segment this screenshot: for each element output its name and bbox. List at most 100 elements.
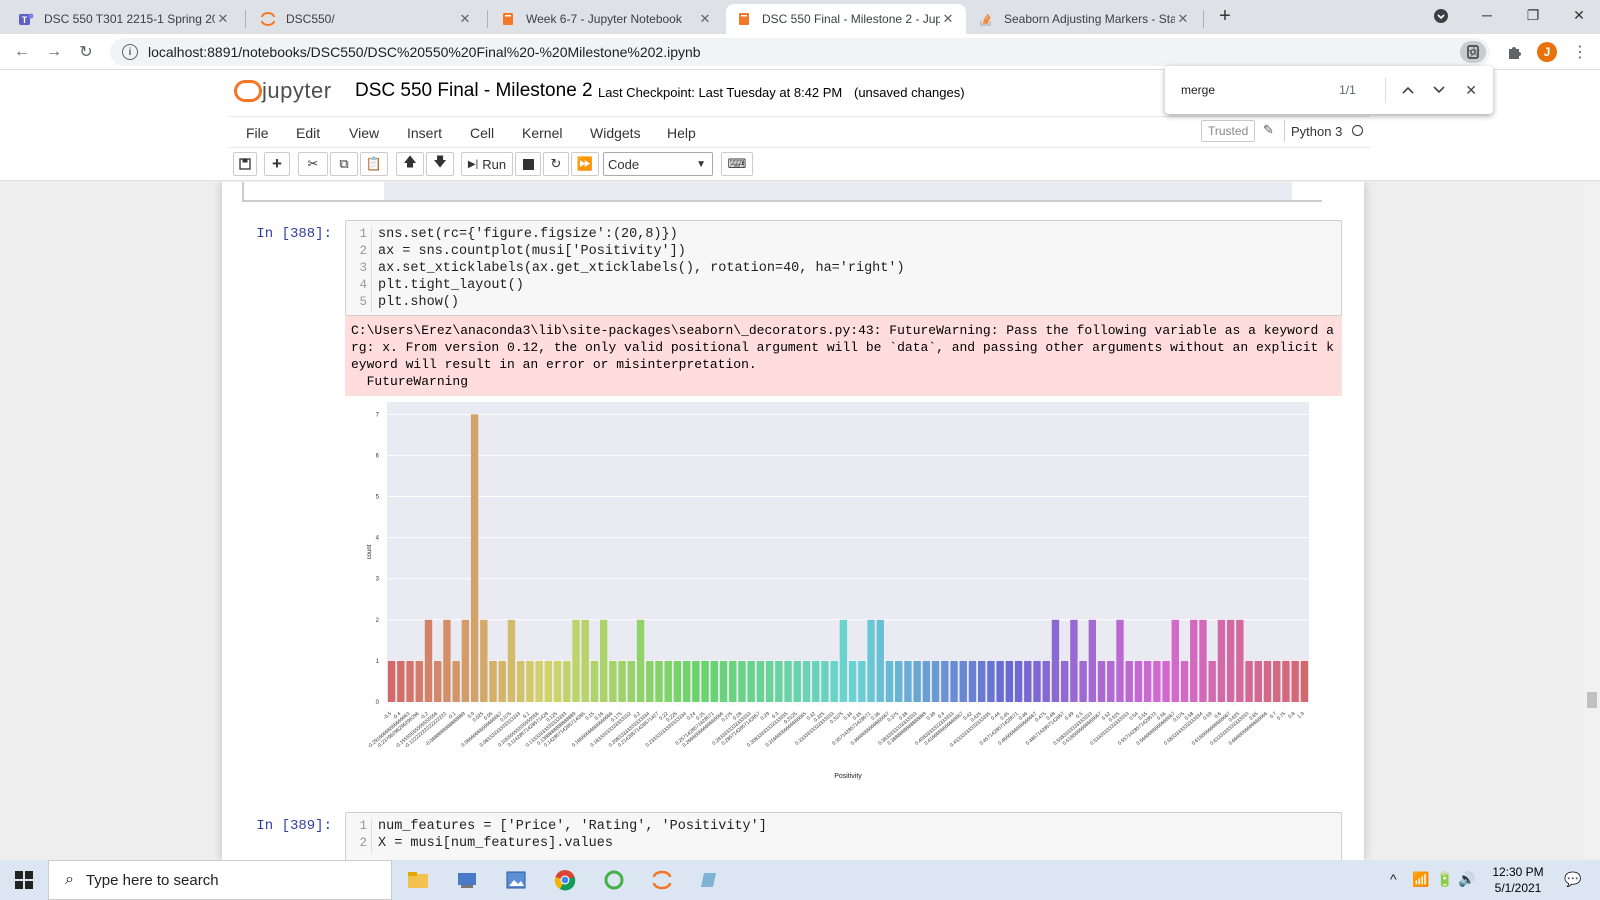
back-icon[interactable]: ← <box>10 40 34 64</box>
wifi-icon[interactable]: 📶 <box>1412 871 1429 888</box>
bar <box>553 660 562 702</box>
move-up-button[interactable]: 🡅 <box>396 152 424 176</box>
bar <box>765 660 774 702</box>
photos-app-icon[interactable] <box>504 868 528 892</box>
find-input[interactable]: merge <box>1181 83 1339 97</box>
code-line: 1 num_features = ['Price', 'Rating', 'Pos… <box>346 819 1341 836</box>
jupyter-logo[interactable]: jupyter <box>234 78 332 104</box>
browser-menu-icon[interactable]: ⋮ <box>1568 40 1592 64</box>
battery-icon[interactable]: 🔋 <box>1436 871 1453 888</box>
chrome-icon[interactable] <box>553 868 577 892</box>
cell-prompt: In [388]: <box>256 226 332 242</box>
y-tick-label: 1 <box>376 659 380 665</box>
jupyter-taskbar-icon[interactable] <box>650 868 674 892</box>
bar <box>1217 619 1226 702</box>
copy-button[interactable]: ⧉ <box>330 152 358 176</box>
bar <box>1291 660 1299 702</box>
browser-tab-teams[interactable]: T DSC 550 T301 2215-1 Spring 202 ✕ <box>8 4 241 34</box>
close-tab-icon[interactable]: ✕ <box>1175 11 1191 27</box>
bar <box>821 660 829 702</box>
bar <box>968 660 977 702</box>
cut-button[interactable]: ✂ <box>298 152 328 176</box>
network-app-icon[interactable] <box>455 868 479 892</box>
close-tab-icon[interactable]: ✕ <box>215 11 231 27</box>
minimize-icon[interactable]: ─ <box>1464 0 1510 30</box>
run-button[interactable]: ▶| Run <box>461 152 513 176</box>
menu-edit[interactable]: Edit <box>296 125 320 141</box>
reload-icon[interactable]: ↻ <box>74 40 98 64</box>
close-tab-icon[interactable]: ✕ <box>457 11 473 27</box>
bar <box>590 660 599 702</box>
svg-text:T: T <box>22 15 28 25</box>
browser-tab-milestone2[interactable]: DSC 550 Final - Milestone 2 - Jup ✕ <box>726 4 966 34</box>
cell-prompt: In [389]: <box>256 818 332 834</box>
code-cell-input[interactable]: 1 sns.set(rc={'figure.figsize':(20,8)}) 2… <box>345 220 1342 316</box>
trusted-badge[interactable]: Trusted <box>1201 120 1256 142</box>
menu-cell[interactable]: Cell <box>470 125 494 141</box>
find-next-icon[interactable] <box>1429 80 1449 100</box>
restore-icon[interactable]: ❐ <box>1510 0 1556 30</box>
browser-tab-week67[interactable]: Week 6-7 - Jupyter Notebook ✕ <box>490 4 723 34</box>
menu-help[interactable]: Help <box>667 125 696 141</box>
menu-insert[interactable]: Insert <box>407 125 442 141</box>
restart-button[interactable]: ↻ <box>543 152 569 176</box>
volume-icon[interactable]: 🔊 <box>1458 871 1475 888</box>
menu-widgets[interactable]: Widgets <box>590 125 641 141</box>
bar <box>784 660 792 702</box>
notepad-icon[interactable] <box>698 868 722 892</box>
insert-cell-button[interactable]: + <box>264 152 290 176</box>
kernel-name[interactable]: Python 3 <box>1284 120 1342 142</box>
forward-icon[interactable]: → <box>42 40 66 64</box>
site-info-icon[interactable]: i <box>122 44 138 60</box>
notifications-icon[interactable]: 💬 <box>1564 871 1581 888</box>
bar <box>1199 619 1207 702</box>
windows-taskbar: ⌕ Type here to search ^ 📶 🔋 🔊 12:30 PM 5… <box>0 860 1600 900</box>
close-tab-icon[interactable]: ✕ <box>697 11 713 27</box>
anaconda-icon[interactable] <box>602 868 626 892</box>
close-tab-icon[interactable]: ✕ <box>940 11 956 27</box>
move-down-button[interactable]: 🡇 <box>426 152 454 176</box>
interrupt-button[interactable] <box>515 152 541 176</box>
profile-avatar[interactable]: J <box>1537 42 1557 62</box>
cell-type-select[interactable]: Code ▼ <box>603 152 713 176</box>
bar <box>1263 660 1272 702</box>
notebook-icon <box>736 11 752 27</box>
menu-view[interactable]: View <box>349 125 379 141</box>
browser-tab-seaborn[interactable]: Seaborn Adjusting Markers - Sta ✕ <box>968 4 1201 34</box>
code-cell-input[interactable]: 1 num_features = ['Price', 'Rating', 'Pos… <box>345 812 1342 860</box>
new-tab-icon[interactable]: + <box>1213 4 1237 28</box>
command-palette-button[interactable]: ⌨ <box>721 152 753 176</box>
tab-search-icon[interactable] <box>1429 4 1453 28</box>
browser-tab-dsc550[interactable]: DSC550/ ✕ <box>250 4 483 34</box>
scrollbar-thumb[interactable] <box>1587 692 1597 708</box>
page-scrollbar[interactable] <box>1584 182 1600 860</box>
show-hidden-icons-icon[interactable]: ^ <box>1390 871 1397 887</box>
bar <box>812 660 820 702</box>
taskbar-search-box[interactable]: ⌕ Type here to search <box>48 860 392 900</box>
bar <box>858 660 866 702</box>
notebook-area: In [388]: 1 sns.set(rc={'figure.figsize':… <box>0 182 1600 860</box>
bar <box>1162 660 1170 702</box>
menu-kernel[interactable]: Kernel <box>522 125 562 141</box>
scissors-icon: ✂ <box>307 156 319 171</box>
notebook-title[interactable]: DSC 550 Final - Milestone 2 <box>355 80 593 102</box>
code-line-text: ax = sns.countplot(musi['Positivity']) <box>378 244 686 259</box>
url-text: localhost:8891/notebooks/DSC550/DSC%2055… <box>148 44 701 60</box>
bar <box>1024 660 1032 702</box>
find-previous-icon[interactable] <box>1398 80 1418 100</box>
restart-run-all-button[interactable]: ⏩ <box>571 152 599 176</box>
menu-file[interactable]: File <box>246 125 269 141</box>
bookmark-star-icon[interactable]: ☆ <box>1462 40 1486 64</box>
y-tick-label: 5 <box>376 495 380 501</box>
bar <box>1116 619 1124 702</box>
extensions-icon[interactable] <box>1502 40 1526 64</box>
paste-button[interactable]: 📋 <box>360 152 388 176</box>
start-button[interactable] <box>0 860 48 900</box>
save-button[interactable] <box>233 152 257 176</box>
file-explorer-icon[interactable] <box>406 868 430 892</box>
previous-output-fragment <box>242 182 1322 202</box>
find-close-icon[interactable]: ✕ <box>1461 80 1481 100</box>
address-bar[interactable]: i localhost:8891/notebooks/DSC550/DSC%20… <box>110 38 1490 66</box>
close-window-icon[interactable]: ✕ <box>1556 0 1600 30</box>
taskbar-clock[interactable]: 12:30 PM 5/1/2021 <box>1486 864 1550 896</box>
